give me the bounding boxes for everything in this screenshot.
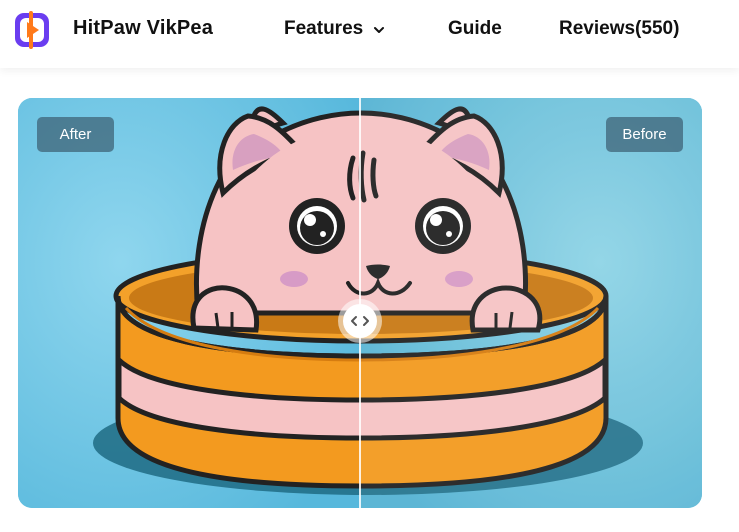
before-label: Before: [606, 117, 683, 152]
nav-reviews[interactable]: Reviews(550): [559, 18, 679, 40]
nav-features-label: Features: [284, 18, 364, 39]
after-label: After: [37, 117, 114, 152]
handle-knob[interactable]: [343, 304, 377, 338]
comparison-slider-handle[interactable]: [338, 299, 382, 343]
before-after-comparison[interactable]: After Before: [18, 98, 702, 508]
hitpaw-logo-icon[interactable]: [12, 9, 52, 49]
nav-features[interactable]: Features: [284, 18, 385, 40]
brand-name[interactable]: HitPaw VikPea: [73, 17, 213, 40]
nav-guide[interactable]: Guide: [448, 18, 502, 40]
chevron-down-icon: [374, 27, 385, 33]
top-navigation-bar: HitPaw VikPea Features Guide Reviews(550…: [0, 0, 739, 68]
drag-arrows-icon: [351, 316, 369, 326]
